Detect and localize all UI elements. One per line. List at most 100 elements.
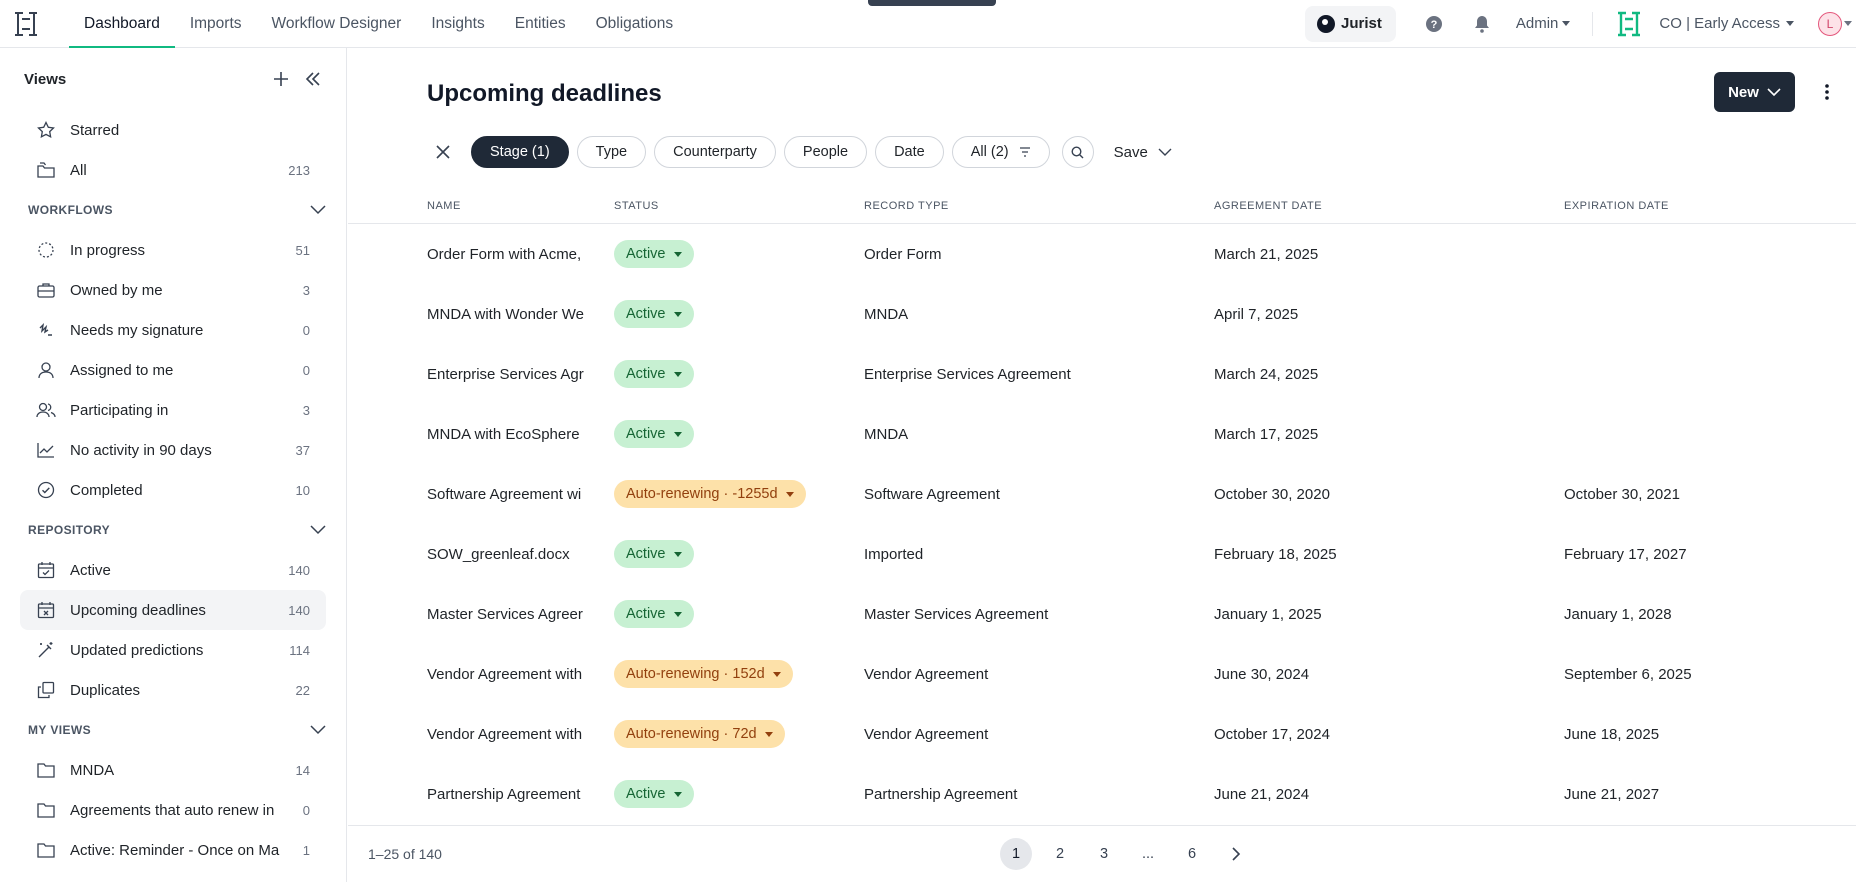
sidebar-item-in-progress[interactable]: In progress 51 [20,230,326,270]
section-workflows[interactable]: WORKFLOWS [28,190,326,230]
row-name[interactable]: SOW_greenleaf.docx [427,524,585,584]
table-row[interactable]: Vendor Agreement with Auto-renewing · 72d… [348,704,1856,764]
filter-stage[interactable]: Stage (1) [471,136,569,168]
status-badge[interactable]: Active [614,240,694,268]
filter-counterparty[interactable]: Counterparty [654,136,776,168]
plus-icon[interactable] [272,70,290,88]
row-name[interactable]: MNDA with EcoSphere [427,404,585,464]
column-header-name[interactable]: NAME [427,200,461,212]
clear-filters-button[interactable] [427,136,459,168]
new-button[interactable]: New [1714,72,1795,112]
section-my-views[interactable]: MY VIEWS [28,710,326,750]
sidebar-item-starred[interactable]: Starred [20,110,326,150]
chevron-down-icon[interactable] [310,205,326,215]
sidebar-item-upcoming-deadlines[interactable]: Upcoming deadlines 140 [20,590,326,630]
column-header-agreement-date[interactable]: AGREEMENT DATE [1214,200,1322,212]
sidebar-item-owned-by-me[interactable]: Owned by me 3 [20,270,326,310]
row-name[interactable]: Order Form with Acme, [427,224,585,284]
sidebar-item-all[interactable]: All 213 [20,150,326,190]
sidebar-item-mnda[interactable]: MNDA 14 [20,750,326,790]
page-button[interactable]: 2 [1044,838,1076,870]
filter-type[interactable]: Type [576,136,647,168]
signature-icon [36,320,56,340]
table-row[interactable]: SOW_greenleaf.docx Active Imported February… [348,524,1856,584]
admin-menu[interactable]: Admin [1516,15,1571,32]
nav-tab-imports[interactable]: Imports [175,0,257,47]
notifications-button[interactable] [1458,0,1506,47]
sidebar-item-active-reminder[interactable]: Active: Reminder - Once on Ma 1 [20,830,326,870]
row-name[interactable]: Master Services Agreer [427,584,585,644]
sidebar-item-needs-my-signature[interactable]: Needs my signature 0 [20,310,326,350]
sidebar-item-participating-in[interactable]: Participating in 3 [20,390,326,430]
table-row[interactable]: MNDA with EcoSphere Active MNDA March 17, 2… [348,404,1856,464]
magic-wand-icon [36,640,56,660]
row-record-type: Order Form [864,245,942,263]
app-logo[interactable] [0,0,52,47]
table-header: NAME STATUS RECORD TYPE AGREEMENT DATE E… [348,188,1856,224]
more-options-button[interactable] [1810,72,1844,112]
row-name[interactable]: Vendor Agreement with [427,704,585,764]
row-name[interactable]: Enterprise Services Agr [427,344,585,404]
chevron-down-icon[interactable] [310,525,326,535]
column-header-expiration-date[interactable]: EXPIRATION DATE [1564,200,1669,212]
sidebar-item-no-activity[interactable]: No activity in 90 days 37 [20,430,326,470]
sidebar-item-auto-renew[interactable]: Agreements that auto renew in 0 [20,790,326,830]
nav-tab-workflow-designer[interactable]: Workflow Designer [257,0,417,47]
filter-people[interactable]: People [783,136,868,168]
nav-tab-entities[interactable]: Entities [500,0,581,47]
row-name[interactable]: Vendor Agreement with [427,644,585,704]
page-button[interactable]: 3 [1088,838,1120,870]
status-badge[interactable]: Active [614,780,694,808]
nav-tab-dashboard[interactable]: Dashboard [69,0,175,48]
row-expiration-date: September 6, 2025 [1564,665,1692,683]
row-name[interactable]: MNDA with Wonder We [427,284,585,344]
sidebar-item-assigned-to-me[interactable]: Assigned to me 0 [20,350,326,390]
help-button[interactable]: ? [1410,0,1458,47]
sidebar-item-updated-predictions[interactable]: Updated predictions 114 [20,630,326,670]
status-badge[interactable]: Active [614,420,694,448]
drag-handle[interactable] [868,0,996,6]
row-expiration-date: October 30, 2021 [1564,485,1680,503]
jurist-button[interactable]: Jurist [1305,5,1396,42]
table-row[interactable]: Software Agreement wi Auto-renewing · -12… [348,464,1856,524]
avatar[interactable]: L [1818,11,1842,36]
column-header-status[interactable]: STATUS [614,200,659,212]
table-row[interactable]: MNDA with Wonder We Active MNDA April 7, 20… [348,284,1856,344]
row-name[interactable]: Software Agreement wi [427,464,585,524]
page-button[interactable]: 1 [1000,838,1032,870]
chevron-down-icon[interactable] [1844,21,1852,26]
search-button[interactable] [1061,136,1094,168]
filter-all[interactable]: All (2) [951,136,1050,168]
chevron-down-icon [1767,87,1781,96]
chevron-down-icon[interactable] [310,725,326,735]
table-row[interactable]: Partnership Agreement Active Partnership A… [348,764,1856,824]
status-badge[interactable]: Auto-renewing · 152d [614,660,793,688]
sidebar-item-active[interactable]: Active 140 [20,550,326,590]
status-badge[interactable]: Active [614,540,694,568]
chevron-down-icon [673,551,682,557]
status-badge[interactable]: Auto-renewing · 72d [614,720,785,748]
row-expiration-date [1564,284,1844,344]
table-row[interactable]: Order Form with Acme, Active Order Form Mar… [348,224,1856,284]
row-record-type: Vendor Agreement [864,725,989,743]
section-repository[interactable]: REPOSITORY [28,510,326,550]
column-header-record-type[interactable]: RECORD TYPE [864,200,949,212]
save-view-button[interactable]: Save [1114,144,1172,161]
status-badge[interactable]: Active [614,300,694,328]
filter-date[interactable]: Date [875,136,944,168]
collapse-icon[interactable] [304,70,322,88]
table-row[interactable]: Master Services Agreer Active Master Servi… [348,584,1856,644]
status-badge[interactable]: Active [614,360,694,388]
table-row[interactable]: Enterprise Services Agr Active Enterprise … [348,344,1856,404]
nav-tab-obligations[interactable]: Obligations [581,0,689,47]
nav-tab-insights[interactable]: Insights [416,0,499,47]
next-page-button[interactable] [1220,838,1252,870]
table-row[interactable]: Vendor Agreement with Auto-renewing · 152… [348,644,1856,704]
row-name[interactable]: Partnership Agreement [427,764,585,824]
org-switcher[interactable]: CO | Early Access [1659,15,1794,32]
sidebar-item-completed[interactable]: Completed 10 [20,470,326,510]
sidebar-item-duplicates[interactable]: Duplicates 22 [20,670,326,710]
status-badge[interactable]: Auto-renewing · -1255d [614,480,806,508]
status-badge[interactable]: Active [614,600,694,628]
page-button[interactable]: 6 [1176,838,1208,870]
